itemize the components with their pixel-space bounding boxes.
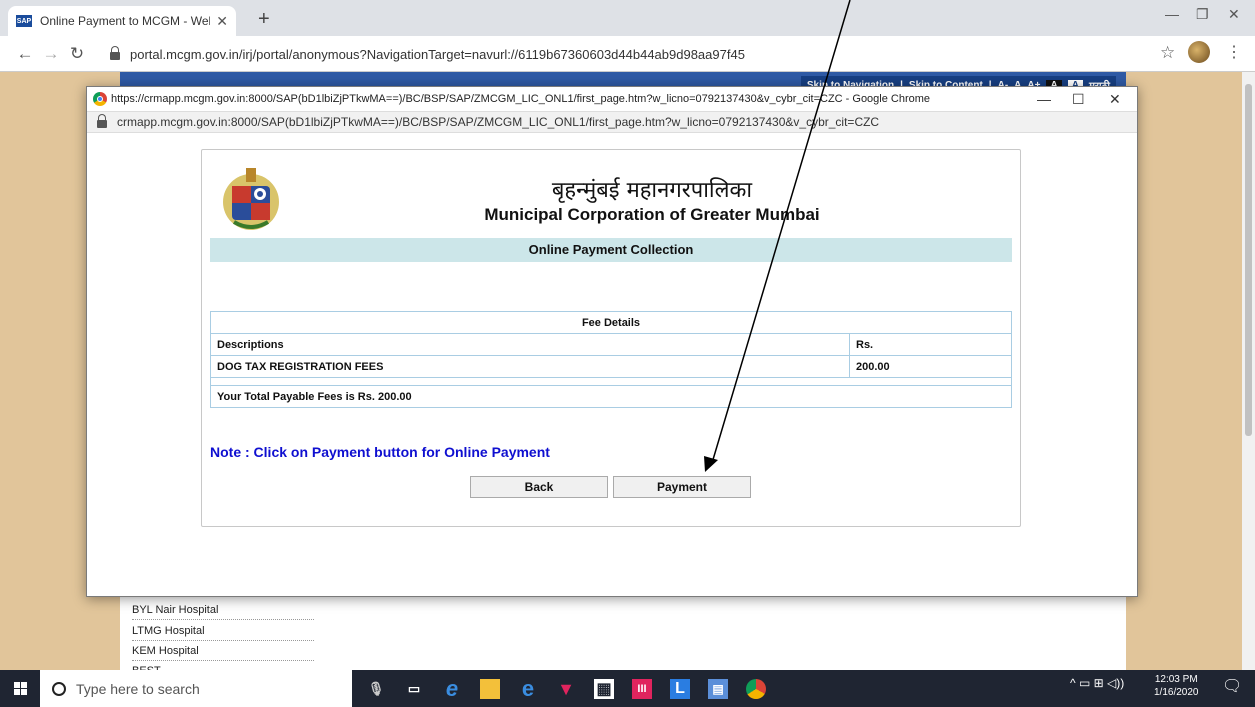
popup-title-bar: https://crmapp.mcgm.gov.in:8000/SAP(bD1l… — [87, 87, 1137, 111]
fee-details-table: Fee Details Descriptions Rs. DOG TAX REG… — [210, 311, 1012, 408]
lock-icon — [110, 46, 120, 60]
reload-icon[interactable]: ↻ — [64, 44, 90, 64]
total-payable-text: Your Total Payable Fees is Rs. 200.00 — [210, 385, 1012, 408]
browser-tab[interactable]: SAP Online Payment to MCGM - Welc ✕ — [8, 6, 236, 36]
forward-arrow-icon[interactable]: → — [38, 44, 64, 64]
heading-hindi: बृहन्मुंबई महानगरपालिका — [551, 178, 753, 203]
ie-icon[interactable]: e — [442, 676, 462, 701]
lock-icon — [97, 114, 107, 128]
table-spacer-row — [210, 377, 1012, 386]
hospital-link[interactable]: BYL Nair Hospital — [132, 604, 314, 620]
microphone-icon[interactable]: 🎙 — [366, 679, 386, 699]
notification-icon[interactable]: 🗨 — [1222, 676, 1242, 696]
popup-maximize-icon[interactable]: ☐ — [1072, 91, 1085, 108]
store-icon[interactable]: ▦ — [594, 679, 614, 699]
windows-start-button[interactable] — [0, 670, 40, 707]
profile-avatar[interactable] — [1188, 41, 1210, 63]
search-placeholder: Type here to search — [76, 680, 200, 697]
clock-date: 1/16/2020 — [1154, 687, 1199, 698]
popup-minimize-icon[interactable]: — — [1037, 91, 1051, 107]
tray-icons[interactable]: ^ ▭ ⊞ ◁)) — [1070, 676, 1124, 690]
payment-form-frame: बृहन्मुंबई महानगरपालिका Municipal Corpor… — [201, 149, 1021, 527]
file-explorer-icon[interactable] — [480, 679, 500, 699]
bookmark-star-icon[interactable]: ☆ — [1160, 43, 1175, 63]
address-bar[interactable]: portal.mcgm.gov.in/irj/portal/anonymous?… — [110, 42, 1160, 66]
header-descriptions: Descriptions — [210, 333, 850, 356]
browser-tab-bar: SAP Online Payment to MCGM - Welc ✕ + — … — [0, 0, 1255, 36]
hospital-link[interactable]: KEM Hospital — [132, 645, 314, 661]
mcafee-icon[interactable]: ▼ — [556, 679, 576, 699]
new-tab-button[interactable]: + — [258, 8, 270, 31]
taskbar-search[interactable]: Type here to search — [40, 670, 352, 707]
popup-url: crmapp.mcgm.gov.in:8000/SAP(bD1lbiZjPTkw… — [117, 115, 880, 129]
table-row: DOG TAX REGISTRATION FEES 200.00 — [210, 355, 1012, 378]
popup-title: https://crmapp.mcgm.gov.in:8000/SAP(bD1l… — [111, 93, 931, 105]
popup-page: बृहन्मुंबई महानगरपालिका Municipal Corpor… — [87, 135, 1137, 596]
payment-button[interactable]: Payment — [613, 476, 751, 498]
fee-amount: 200.00 — [849, 355, 1012, 378]
header-amount: Rs. — [849, 333, 1012, 356]
tab-title: Online Payment to MCGM - Welc — [40, 14, 211, 28]
hospital-link[interactable]: LTMG Hospital — [132, 625, 314, 641]
restore-icon[interactable]: ❐ — [1196, 6, 1209, 23]
heading-english: Municipal Corporation of Greater Mumbai — [484, 205, 820, 224]
fee-table-caption: Fee Details — [210, 311, 1012, 334]
chrome-icon — [93, 92, 107, 106]
close-window-icon[interactable]: ✕ — [1228, 6, 1240, 23]
sap-favicon-icon: SAP — [16, 15, 32, 27]
back-button[interactable]: Back — [470, 476, 608, 498]
tab-close-icon[interactable]: ✕ — [216, 13, 228, 30]
task-view-icon[interactable]: ▭ — [404, 679, 424, 699]
minimize-icon[interactable]: — — [1165, 6, 1179, 22]
app-window-icon[interactable]: ▤ — [708, 679, 728, 699]
menu-kebab-icon[interactable]: ⋮ — [1226, 42, 1242, 62]
fee-description: DOG TAX REGISTRATION FEES — [210, 355, 850, 378]
taskbar-clock[interactable]: 12:03 PM 1/16/2020 — [1154, 673, 1199, 699]
browser-toolbar: ← → ↻ portal.mcgm.gov.in/irj/portal/anon… — [0, 36, 1255, 72]
app-l-icon[interactable]: L — [670, 679, 690, 699]
payment-popup-window: https://crmapp.mcgm.gov.in:8000/SAP(bD1l… — [86, 86, 1138, 597]
table-header-row: Descriptions Rs. — [210, 333, 1012, 356]
popup-close-icon[interactable]: ✕ — [1109, 91, 1121, 108]
popup-address-bar: crmapp.mcgm.gov.in:8000/SAP(bD1lbiZjPTkw… — [87, 111, 1137, 133]
edge-icon[interactable]: e — [518, 676, 538, 701]
address-url: portal.mcgm.gov.in/irj/portal/anonymous?… — [130, 46, 745, 62]
table-total-row: Your Total Payable Fees is Rs. 200.00 — [210, 385, 1012, 408]
page-scrollbar[interactable] — [1242, 72, 1255, 670]
chrome-taskbar-icon[interactable] — [746, 679, 766, 699]
payment-note: Note : Click on Payment button for Onlin… — [210, 444, 550, 460]
back-arrow-icon[interactable]: ← — [12, 44, 38, 64]
section-title: Online Payment Collection — [210, 238, 1012, 262]
windows-taskbar: Type here to search — [0, 670, 1255, 707]
cortana-icon — [52, 681, 66, 696]
scrollbar-thumb[interactable] — [1245, 84, 1252, 436]
clock-time: 12:03 PM — [1154, 674, 1198, 685]
windows-logo-icon — [13, 682, 27, 695]
app-red-icon[interactable]: III — [632, 679, 652, 699]
